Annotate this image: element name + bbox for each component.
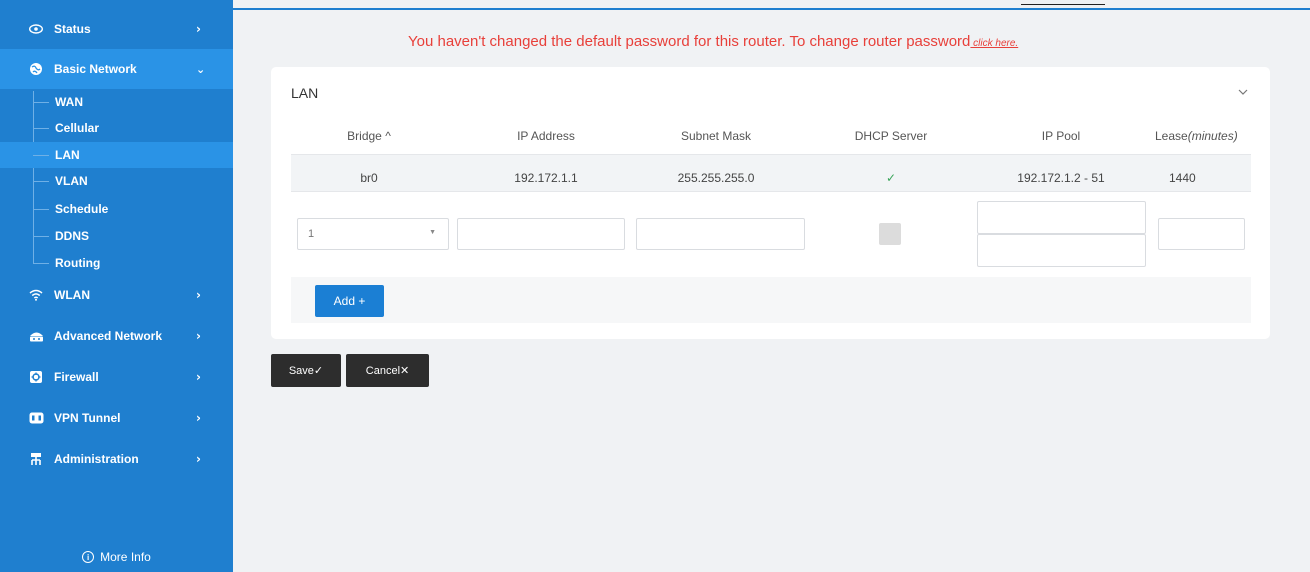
lease-label: Lease	[1155, 129, 1188, 143]
add-row-bar: Add +	[291, 277, 1251, 323]
sidebar-sub-item-label: VLAN	[55, 174, 88, 188]
top-divider	[1021, 4, 1105, 5]
column-header-bridge[interactable]: Bridge ^	[329, 129, 409, 143]
lease-input[interactable]	[1158, 218, 1245, 250]
sidebar-item-status[interactable]: Status ›	[0, 9, 233, 49]
cell-ip-address: 192.172.1.1	[514, 171, 578, 185]
firewall-icon	[28, 369, 44, 385]
column-header-subnet-mask: Subnet Mask	[680, 129, 752, 143]
sidebar-sub-item-ddns[interactable]: DDNS	[0, 223, 233, 249]
admin-icon	[28, 451, 44, 467]
warning-text: You haven't changed the default password…	[408, 33, 971, 50]
sidebar-sub-item-schedule[interactable]: Schedule	[0, 196, 233, 222]
sidebar-sub-item-wan[interactable]: WAN	[0, 89, 233, 115]
column-header-lease: Lease(minutes)	[1155, 129, 1260, 143]
sidebar-item-label: VPN Tunnel	[54, 411, 121, 425]
sidebar-sub-item-label: Schedule	[55, 202, 109, 216]
sidebar-item-administration[interactable]: Administration ›	[0, 439, 233, 479]
sidebar-sub-item-label: DDNS	[55, 229, 90, 243]
change-password-link[interactable]: click here.	[970, 38, 1018, 49]
save-button[interactable]: Save✓	[271, 354, 341, 387]
tree-branch	[33, 208, 49, 210]
tree-branch	[33, 235, 49, 237]
column-header-ip-address: IP Address	[517, 129, 575, 143]
sidebar-item-firewall[interactable]: Firewall ›	[0, 357, 233, 397]
wifi-icon	[28, 287, 44, 303]
sidebar-item-advanced-network[interactable]: Advanced Network ›	[0, 316, 233, 356]
chevron-right-icon: ›	[196, 411, 201, 425]
column-header-ip-pool: IP Pool	[1041, 129, 1081, 143]
sidebar: Status › Basic Network ⌄ WAN Cellular LA…	[0, 0, 233, 572]
check-icon: ✓	[885, 171, 897, 185]
sidebar-sub-item-cellular[interactable]: Cellular	[0, 115, 233, 141]
dhcp-server-checkbox[interactable]	[879, 223, 901, 245]
chevron-down-icon[interactable]	[1236, 85, 1250, 99]
sidebar-sub-item-label: WAN	[55, 95, 83, 109]
sidebar-sub-item-label: LAN	[55, 148, 80, 162]
vpn-icon	[28, 410, 44, 426]
info-icon: i	[82, 551, 95, 563]
cell-subnet-mask: 255.255.255.0	[677, 171, 755, 185]
chevron-right-icon: ›	[196, 22, 201, 36]
dropdown-arrow-icon: ▼	[429, 229, 436, 236]
lan-card: LAN Bridge ^ IP Address Subnet Mask DHCP…	[271, 67, 1270, 339]
tree-branch	[33, 154, 49, 156]
subnet-mask-input[interactable]	[636, 218, 805, 250]
sidebar-sub-item-label: Routing	[55, 256, 101, 270]
chevron-right-icon: ›	[196, 329, 201, 343]
tree-branch	[33, 262, 49, 264]
cell-ip-pool: 192.172.1.2 - 51	[1017, 171, 1105, 185]
cancel-button[interactable]: Cancel✕	[346, 354, 429, 387]
chevron-right-icon: ›	[196, 370, 201, 384]
lease-unit: (minutes)	[1187, 129, 1238, 143]
chevron-down-icon: ⌄	[196, 62, 206, 76]
ip-address-input[interactable]	[457, 218, 625, 250]
default-password-warning: You haven't changed the default password…	[408, 33, 1018, 50]
more-info-link[interactable]: i More Info	[0, 542, 233, 572]
tree-branch	[33, 101, 49, 103]
bridge-select[interactable]: 1 ▼	[297, 218, 449, 250]
globe-icon	[28, 61, 44, 77]
sidebar-item-label: WLAN	[54, 288, 90, 302]
sidebar-item-label: Firewall	[54, 370, 99, 384]
sidebar-sub-item-label: Cellular	[55, 121, 100, 135]
top-accent-line	[233, 8, 1310, 10]
tree-branch	[33, 180, 49, 182]
sidebar-item-label: Basic Network	[54, 62, 137, 76]
column-header-dhcp-server: DHCP Server	[854, 129, 928, 143]
cell-bridge: br0	[360, 171, 378, 185]
sidebar-item-wlan[interactable]: WLAN ›	[0, 275, 233, 315]
sidebar-item-vpn-tunnel[interactable]: VPN Tunnel ›	[0, 398, 233, 438]
cell-lease: 1440	[1169, 171, 1196, 185]
more-info-label: More Info	[100, 550, 151, 564]
sidebar-item-label: Advanced Network	[54, 329, 163, 343]
add-button[interactable]: Add +	[315, 285, 384, 317]
bridge-select-value: 1	[308, 228, 315, 240]
ip-pool-end-input[interactable]	[977, 234, 1146, 267]
network-icon	[28, 328, 44, 344]
sidebar-sub-item-lan[interactable]: LAN	[0, 142, 233, 168]
chevron-right-icon: ›	[196, 288, 201, 302]
tree-branch	[33, 127, 49, 129]
sidebar-sub-item-routing[interactable]: Routing	[0, 250, 233, 276]
eye-icon	[28, 21, 44, 37]
sidebar-sub-item-vlan[interactable]: VLAN	[0, 168, 233, 194]
ip-pool-start-input[interactable]	[977, 201, 1146, 234]
sidebar-item-label: Administration	[54, 452, 139, 466]
card-title: LAN	[291, 85, 319, 101]
sidebar-item-label: Status	[54, 22, 91, 36]
chevron-right-icon: ›	[196, 452, 201, 466]
sidebar-item-basic-network[interactable]: Basic Network ⌄	[0, 49, 233, 89]
